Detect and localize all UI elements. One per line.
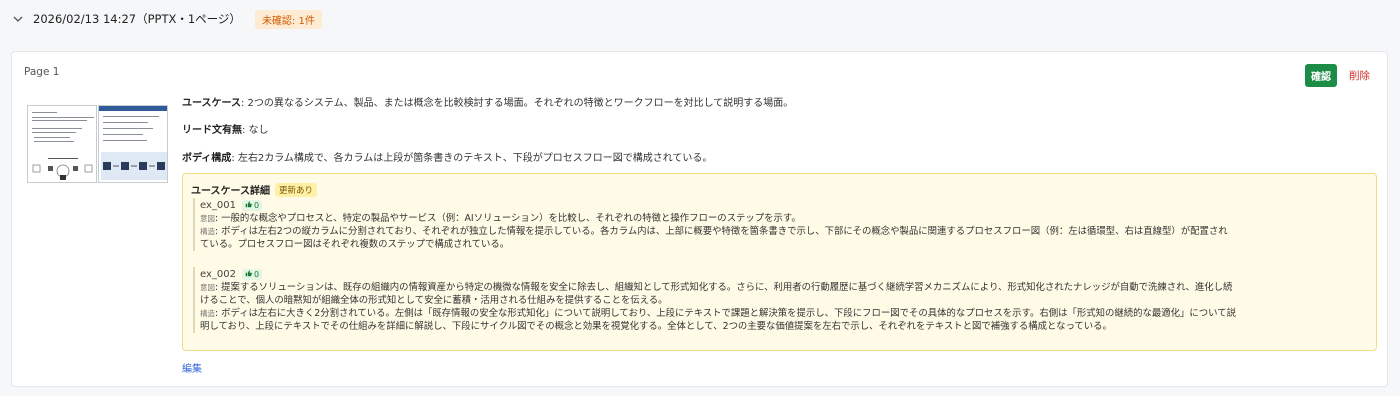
- detail-title: ユースケース詳細 更新あり: [191, 182, 318, 197]
- intent-line-continued: けることで、個人の暗黙知が組織全体の形式知として安全に蓄積・活用される仕組みを提…: [200, 295, 668, 306]
- structure-label: 構造: [200, 309, 215, 318]
- like-count: 0: [253, 200, 260, 210]
- usecase-label: ユースケース: [182, 98, 241, 109]
- structure-line-continued: ている。プロセスフロー図はそれぞれ複数のステップで構成されている。: [200, 239, 510, 250]
- intent-line: 意図: 一般的な概念やプロセスと、特定の製品やサービス（例：AIソリューション）…: [200, 212, 1371, 225]
- usecase-value: : 2つの異なるシステム、製品、または概念を比較検討する場面。それぞれの特徴とワ…: [241, 98, 794, 109]
- usecase-detail-panel: ユースケース詳細 更新あり ex_001 0 意図: 一般的な概念やプロセスと、…: [182, 173, 1377, 351]
- lead-value: : なし: [242, 125, 269, 136]
- example-id: ex_002: [200, 268, 236, 280]
- intent-text: : 提案するソリューションは、既存の組織内の情報資産から特定の機微な情報を安全に…: [215, 282, 1233, 293]
- body-value: : 左右2カラム構成で、各カラムは上段が箇条書きのテキスト、下段がプロセスフロー…: [231, 153, 713, 164]
- example-item: ex_001 0 意図: 一般的な概念やプロセスと、特定の製品やサービス（例：A…: [193, 198, 1371, 251]
- confirm-button[interactable]: 確認: [1305, 64, 1337, 87]
- page-label: Page 1: [24, 66, 60, 78]
- slide-thumbnail-left[interactable]: [27, 105, 97, 183]
- edit-link[interactable]: 編集: [182, 360, 202, 375]
- chevron-down-icon[interactable]: [12, 13, 24, 25]
- lead-label: リード文有無: [182, 125, 242, 136]
- structure-line: 構造: ボディは左右に大きく2分割されている。左側は「既存情報の安全な形式知化」…: [200, 307, 1371, 320]
- delete-button[interactable]: 削除: [1349, 68, 1370, 83]
- group-title: 2026/02/13 14:27（PPTX・1ページ）: [33, 12, 241, 26]
- structure-text: : ボディは左右2つの縦カラムに分割されており、それぞれが独立した情報を提示して…: [215, 226, 1228, 237]
- intent-label: 意図: [200, 214, 215, 223]
- intent-line: 意図: 提案するソリューションは、既存の組織内の情報資産から特定の機微な情報を安…: [200, 281, 1371, 294]
- intent-text: : 一般的な概念やプロセスと、特定の製品やサービス（例：AIソリューション）を比…: [215, 213, 801, 224]
- group-header[interactable]: 2026/02/13 14:27（PPTX・1ページ） 未確認: 1件: [0, 0, 1400, 38]
- like-button[interactable]: 0: [241, 268, 263, 280]
- structure-line: 構造: ボディは左右2つの縦カラムに分割されており、それぞれが独立した情報を提示…: [200, 225, 1371, 238]
- structure-label: 構造: [200, 227, 215, 236]
- example-item: ex_002 0 意図: 提案するソリューションは、既存の組織内の情報資産から特…: [193, 267, 1371, 333]
- usecase-row: ユースケース: 2つの異なるシステム、製品、または概念を比較検討する場面。それぞ…: [182, 94, 793, 109]
- intent-label: 意図: [200, 283, 215, 292]
- structure-line-continued: 明しており、上段にテキストでその仕組みを詳細に解説し、下段にサイクル図でその概念…: [200, 321, 1112, 332]
- thumbs-up-icon: [245, 269, 252, 279]
- like-button[interactable]: 0: [241, 199, 263, 211]
- slide-thumbnail-right[interactable]: [98, 105, 168, 183]
- card-actions: 確認 削除: [1305, 64, 1370, 87]
- like-count: 0: [253, 269, 260, 279]
- lead-row: リード文有無: なし: [182, 121, 269, 136]
- thumbs-up-icon: [245, 200, 252, 210]
- page-card: Page 1 確認 削除 ユースケース: 2つの異なるシステム、製品、または概念…: [11, 51, 1388, 387]
- body-label: ボディ構成: [182, 153, 232, 164]
- detail-title-text: ユースケース詳細: [191, 186, 270, 197]
- example-id: ex_001: [200, 199, 236, 211]
- unconfirmed-badge: 未確認: 1件: [254, 9, 322, 29]
- structure-text: : ボディは左右に大きく2分割されている。左側は「既存情報の安全な形式知化」につ…: [215, 308, 1236, 319]
- updated-badge: 更新あり: [275, 182, 318, 197]
- body-row: ボディ構成: 左右2カラム構成で、各カラムは上段が箇条書きのテキスト、下段がプロ…: [182, 149, 712, 164]
